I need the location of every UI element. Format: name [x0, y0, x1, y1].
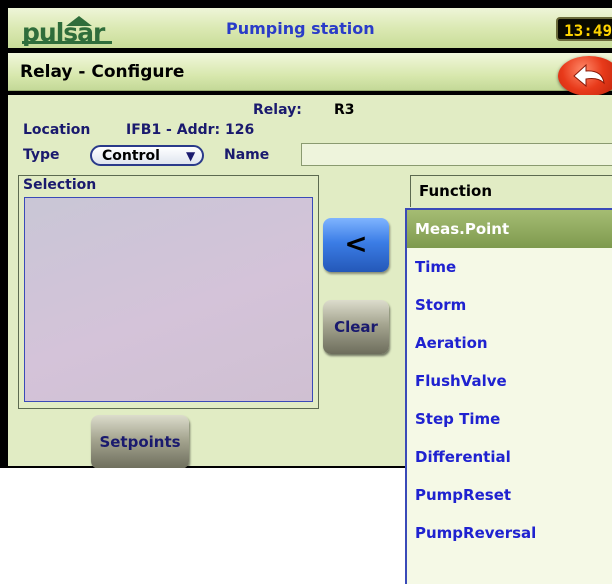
function-item-time[interactable]: Time — [407, 248, 612, 286]
selection-list[interactable] — [24, 197, 313, 402]
location-value: IFB1 - Addr: 126 — [126, 122, 255, 138]
function-panel: Function — [410, 175, 612, 207]
function-title: Function — [419, 182, 493, 200]
relay-value: R3 — [334, 102, 355, 118]
pulsar-logo: pulsar — [22, 16, 120, 47]
logo-underline — [22, 41, 112, 44]
selection-title: Selection — [23, 177, 97, 193]
back-arrow-icon — [573, 63, 605, 88]
function-item-aeration[interactable]: Aeration — [407, 324, 612, 362]
function-item-step-time[interactable]: Step Time — [407, 400, 612, 438]
function-item-meas-point[interactable]: Meas.Point — [407, 210, 612, 248]
function-item-pumpreversal[interactable]: PumpReversal — [407, 514, 612, 552]
back-button[interactable] — [558, 56, 612, 96]
name-input[interactable] — [301, 143, 612, 166]
function-item-flushvalve[interactable]: FlushValve — [407, 362, 612, 400]
clock-display: 13:49 — [556, 17, 612, 41]
page-title: Relay - Configure — [20, 62, 185, 82]
name-label: Name — [224, 147, 270, 163]
function-list[interactable]: Meas.Point Time Storm Aeration FlushValv… — [405, 208, 612, 584]
app-title: Pumping station — [226, 19, 375, 38]
relay-label: Relay: — [253, 102, 302, 118]
clear-button[interactable]: Clear — [323, 300, 389, 354]
page-header: Relay - Configure — [8, 53, 612, 96]
type-selected-value: Control — [102, 148, 160, 164]
top-bar: pulsar Pumping station 13:49 — [8, 8, 612, 48]
type-dropdown[interactable]: Control ▼ — [90, 145, 204, 166]
selection-panel: Selection — [18, 175, 319, 409]
function-item-pumpreset[interactable]: PumpReset — [407, 476, 612, 514]
type-label: Type — [23, 147, 60, 163]
setpoints-button[interactable]: Setpoints — [91, 415, 189, 468]
location-label: Location — [23, 122, 91, 138]
chevron-down-icon: ▼ — [186, 149, 196, 163]
function-item-storm[interactable]: Storm — [407, 286, 612, 324]
function-item-differential[interactable]: Differential — [407, 438, 612, 476]
move-left-button[interactable]: < — [323, 218, 389, 272]
